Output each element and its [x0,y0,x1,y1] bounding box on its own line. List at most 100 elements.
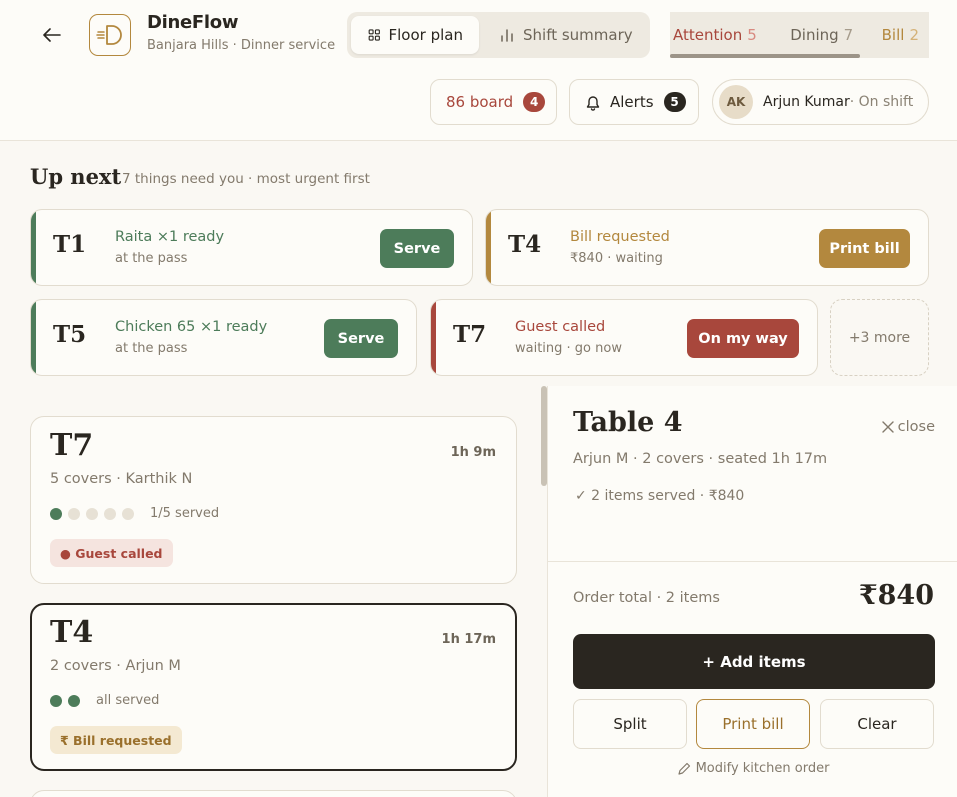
cover-dot [50,694,62,707]
user-menu[interactable]: AK Arjun Kumar · On shift [712,79,929,125]
table-card-t7[interactable]: T7 1h 9m 5 covers · Karthik N 1/5 served… [30,416,517,584]
close-label: close [897,419,935,435]
filter-tabs: Attention 5 Dining 7 Bill 2 [670,12,929,58]
clear-button[interactable]: Clear [820,699,934,749]
detail-served: ✓ 2 items served · ₹840 [575,488,745,504]
cover-dot [68,694,80,707]
task-subtitle: waiting · go now [515,341,622,356]
tab-shift-summary-label: Shift summary [523,26,633,44]
status-badge: ● Guest called [50,539,173,567]
served-text: all served [96,693,160,708]
app-logo [89,14,131,56]
status-badge: ₹ Bill requested [50,726,182,754]
divider [548,561,957,562]
task-title: Raita ×1 ready [115,229,225,245]
task-table-number: T7 [453,321,487,348]
task-accent-bar [31,210,36,285]
task-card-t7: T7 Guest called waiting · go now On my w… [430,299,818,376]
task-accent-bar [31,300,36,375]
filter-dining-label: Dining [790,26,839,44]
served-progress: all served [50,693,159,708]
filter-dining-count: 7 [843,26,854,44]
cover-dot [50,507,62,520]
detail-title: Table 4 [573,407,683,438]
task-title: Bill requested [570,229,670,245]
task-subtitle: ₹840 · waiting [570,251,663,266]
app-subtitle: Banjara Hills · Dinner service [147,38,336,53]
alerts-button[interactable]: Alerts 5 [569,79,699,125]
bell-icon [586,95,600,111]
table-time: 1h 17m [441,632,496,647]
filter-tabs-scrollbar[interactable] [670,54,860,58]
served-text: 1/5 served [150,506,220,521]
more-tasks-button[interactable]: +3 more [830,299,929,376]
task-title: Guest called [515,319,606,335]
close-button[interactable]: close [881,419,935,435]
arrow-left-icon [43,28,61,42]
board-button[interactable]: 86 board 4 [430,79,557,125]
up-next-subtitle: 7 things need you · most urgent first [122,171,370,187]
avatar: AK [719,85,753,119]
table-number: T7 [50,428,94,463]
table-card-next[interactable] [30,790,517,797]
filter-bill-count: 2 [909,26,919,44]
task-card-t4: T4 Bill requested ₹840 · waiting Print b… [485,209,929,286]
task-subtitle: at the pass [115,341,188,356]
task-card-t1: T1 Raita ×1 ready at the pass Serve [30,209,473,286]
filter-attention-count: 5 [747,26,757,44]
board-count-badge: 4 [523,92,546,112]
detail-meta: Arjun M · 2 covers · seated 1h 17m [573,451,828,467]
serve-button[interactable]: Serve [324,319,398,358]
split-button[interactable]: Split [573,699,687,749]
cover-dot [86,507,98,520]
table-time: 1h 9m [450,445,496,460]
board-label: 86 board [446,93,514,111]
logo-icon [96,25,122,45]
grid-icon [368,29,380,41]
filter-attention[interactable]: Attention 5 [670,12,779,58]
order-total-value: ₹840 [858,580,934,611]
table-number: T4 [50,615,94,650]
task-table-number: T1 [53,231,87,258]
add-items-button[interactable]: + Add items [573,634,935,689]
print-bill-button[interactable]: Print bill [696,699,810,749]
user-status: · On shift [849,94,914,110]
tab-floor-plan-label: Floor plan [388,26,463,44]
back-button[interactable] [38,23,66,47]
serve-button[interactable]: Serve [380,229,454,268]
pencil-icon [677,762,690,775]
table-card-t4[interactable]: T4 1h 17m 2 covers · Arjun M all served … [30,603,517,771]
filter-dining[interactable]: Dining 7 [779,12,874,58]
filter-attention-label: Attention [673,26,743,44]
table-meta: 2 covers · Arjun M [50,658,181,674]
task-table-number: T4 [508,231,542,258]
cover-dot [68,507,80,520]
close-icon [881,421,894,433]
table-meta: 5 covers · Karthik N [50,471,193,487]
order-total-label: Order total · 2 items [573,590,720,606]
filter-bill[interactable]: Bill 2 [875,12,929,58]
cover-dot [104,507,116,520]
print-bill-button[interactable]: Print bill [819,229,910,268]
up-next-title: Up next [30,164,122,189]
tab-shift-summary[interactable]: Shift summary [483,16,649,54]
on-my-way-button[interactable]: On my way [687,319,799,358]
task-table-number: T5 [53,321,87,348]
modify-label: Modify kitchen order [695,761,830,776]
task-title: Chicken 65 ×1 ready [115,319,268,335]
app-title: DineFlow [147,12,239,33]
table-detail-panel: Table 4 close Arjun M · 2 covers · seate… [547,386,957,797]
task-card-t5: T5 Chicken 65 ×1 ready at the pass Serve [30,299,417,376]
task-subtitle: at the pass [115,251,188,266]
task-accent-bar [486,210,491,285]
alerts-count-badge: 5 [663,92,686,112]
alerts-label: Alerts [610,93,654,111]
cover-dot [122,507,134,520]
task-accent-bar [431,300,436,375]
user-name: Arjun Kumar [763,94,850,110]
tab-floor-plan[interactable]: Floor plan [351,16,479,54]
view-switcher: Floor plan Shift summary [347,12,650,58]
filter-bill-label: Bill [881,26,905,44]
served-progress: 1/5 served [50,506,219,521]
modify-kitchen-order-link[interactable]: Modify kitchen order [548,761,957,776]
